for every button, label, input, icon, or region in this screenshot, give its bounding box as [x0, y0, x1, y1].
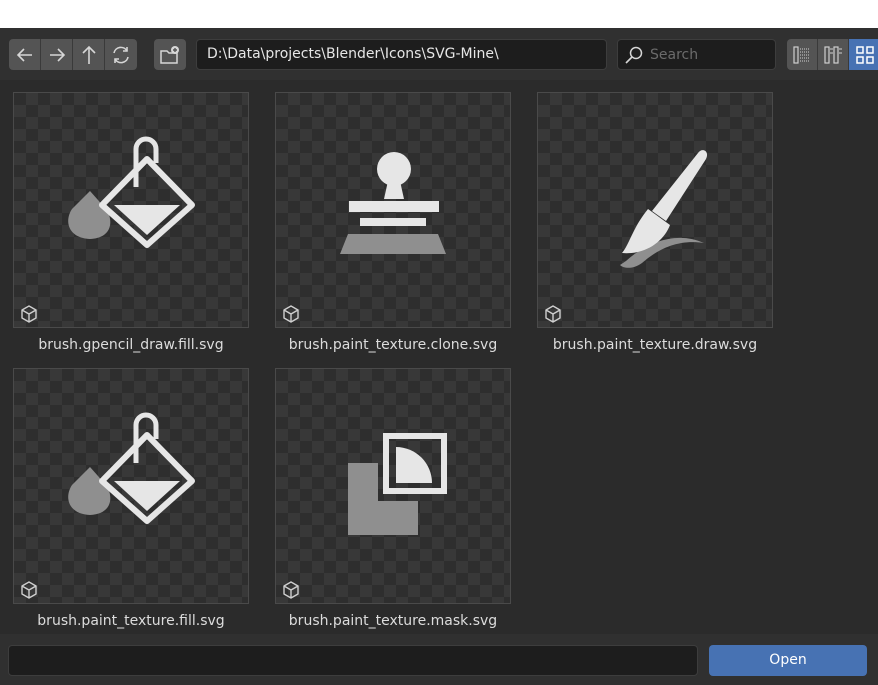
filename-field[interactable] [8, 645, 698, 676]
forward-button[interactable] [41, 39, 73, 70]
cube-icon [545, 305, 561, 323]
search-field[interactable]: Search [617, 39, 776, 70]
file-thumbnail[interactable] [13, 92, 249, 328]
file-tile[interactable]: brush.paint_texture.fill.svg [13, 368, 249, 629]
vertical-list-button[interactable] [787, 39, 818, 70]
file-thumbnail[interactable] [275, 368, 511, 604]
file-name: brush.paint_texture.clone.svg [288, 337, 498, 353]
back-button[interactable] [9, 39, 41, 70]
file-thumbnail[interactable] [13, 368, 249, 604]
file-thumbnail[interactable] [275, 92, 511, 328]
directory-path-field[interactable]: D:\Data\projects\Blender\Icons\SVG-Mine\ [196, 39, 607, 70]
paintbrush-icon [620, 150, 708, 268]
vertical-list-icon [793, 45, 810, 64]
file-tile[interactable]: brush.paint_texture.draw.svg [537, 92, 773, 353]
arrow-right-icon [49, 47, 65, 62]
file-name: brush.paint_texture.fill.svg [37, 613, 225, 629]
cube-icon [283, 581, 299, 599]
arrow-left-icon [16, 47, 32, 62]
open-button[interactable]: Open [709, 645, 867, 676]
refresh-icon [113, 46, 129, 63]
file-tile[interactable]: brush.gpencil_draw.fill.svg [13, 92, 249, 353]
cube-icon [21, 581, 37, 599]
thumbnails-grid-icon [855, 45, 874, 64]
footer-bar: Open [0, 634, 878, 685]
refresh-button[interactable] [105, 39, 137, 70]
toolbar: D:\Data\projects\Blender\Icons\SVG-Mine\… [0, 28, 878, 80]
thumbnails-button[interactable] [849, 39, 878, 70]
file-tile[interactable]: brush.paint_texture.clone.svg [275, 92, 511, 353]
file-name: brush.gpencil_draw.fill.svg [38, 337, 224, 353]
paint-bucket-icon [68, 412, 195, 524]
cube-icon [21, 305, 37, 323]
cube-icon [283, 305, 299, 323]
navigation-buttons [9, 39, 137, 70]
title-bar [0, 0, 878, 28]
file-name: brush.paint_texture.draw.svg [552, 337, 758, 353]
stamp-icon [340, 152, 446, 254]
file-browser-grid: brush.gpencil_draw.fill.svg brush.paint_… [0, 80, 878, 634]
file-name: brush.paint_texture.mask.svg [288, 613, 498, 629]
search-placeholder: Search [650, 46, 699, 63]
parent-directory-button[interactable] [73, 39, 105, 70]
file-thumbnail[interactable] [537, 92, 773, 328]
horizontal-list-button[interactable] [818, 39, 849, 70]
new-folder-icon [160, 45, 179, 64]
arrow-up-icon [81, 45, 96, 64]
search-icon [625, 46, 643, 64]
horizontal-list-icon [824, 45, 842, 64]
file-tile[interactable]: brush.paint_texture.mask.svg [275, 368, 511, 629]
display-mode-buttons [787, 39, 878, 70]
mask-icon [348, 433, 447, 535]
paint-bucket-icon [68, 136, 195, 248]
new-folder-button[interactable] [154, 39, 186, 70]
